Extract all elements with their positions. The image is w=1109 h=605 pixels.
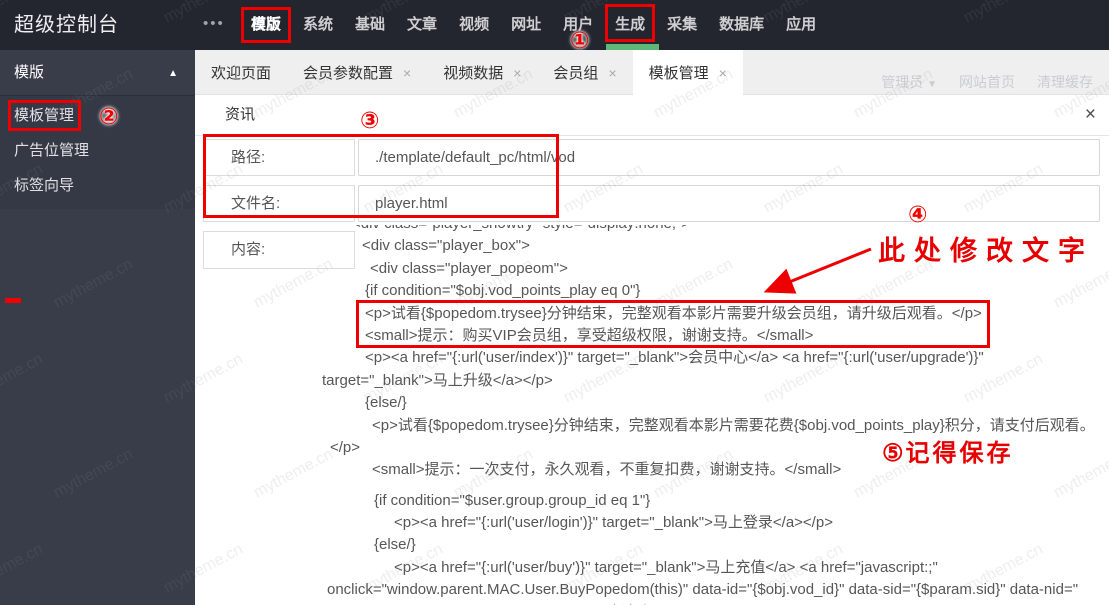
code-line: <div class="player_popeom">	[370, 259, 568, 277]
top-nav-item[interactable]: 视频	[448, 0, 500, 50]
tab-label: 会员组	[553, 65, 599, 82]
template-code-editor[interactable]: <div class="player_showtry" style="displ…	[322, 225, 1100, 605]
tab-close-icon[interactable]: ×	[719, 65, 727, 81]
admin-menu[interactable]: 管理员 ▼	[881, 72, 937, 92]
tab-label: 会员参数配置	[303, 65, 394, 82]
top-nav-item[interactable]: 文章	[396, 0, 448, 50]
tab[interactable]: 视频数据 ×	[427, 50, 537, 95]
top-nav-item[interactable]: 数据库	[708, 0, 775, 50]
tab-close-icon[interactable]: ×	[513, 65, 521, 81]
code-line: onclick="window.parent.MAC.User.BuyPoped…	[327, 581, 1079, 599]
sidebar-section-label: 模版	[14, 64, 45, 81]
sidebar-item[interactable]: 模板管理	[0, 98, 195, 133]
filename-label: 文件名:	[203, 185, 355, 222]
code-line: {else/}	[374, 536, 416, 554]
top-nav-item[interactable]: 用户	[552, 0, 604, 50]
sidebar: 模版 ▲ 模板管理 广告位管理 标签向导	[0, 50, 195, 605]
top-nav-item[interactable]: 基础	[344, 0, 396, 50]
admin-console-window: 超级控制台 ••• 首页 系统 基础 文章 视频 网址 用户 模版 生成 采集 数据库 应用 模版 ▲…	[0, 0, 1109, 605]
chevron-down-icon: ▼	[927, 79, 937, 90]
sidebar-section-template[interactable]: 模版 ▲	[0, 50, 195, 96]
path-label: 路径:	[203, 139, 355, 176]
tab[interactable]: 会员参数配置 ×	[287, 50, 427, 95]
panel-title: 资讯	[225, 106, 256, 123]
path-input[interactable]	[358, 139, 1100, 176]
header-quick-links: 管理员 ▼ 网站首页 清理缓存	[881, 72, 1093, 92]
tab[interactable]: 模板管理 ×	[632, 50, 743, 95]
code-line: target="_blank">马上升级</a></p>	[322, 371, 553, 389]
code-line: {if condition="$obj.vod_points_play eq 0…	[365, 282, 641, 300]
panel-header: 资讯 ×	[195, 95, 1109, 136]
top-nav-item[interactable]: 网址	[500, 0, 552, 50]
top-nav-item[interactable]: 应用	[775, 0, 827, 50]
code-line: {if condition="$user.group.group_id eq 1…	[374, 491, 651, 509]
annotation-red-dash	[5, 298, 21, 303]
code-line: <p><a href="{:url('user/index')}" target…	[365, 349, 984, 367]
sidebar-item[interactable]: 广告位管理	[0, 133, 195, 168]
tab[interactable]: 欢迎页面	[195, 50, 287, 95]
code-line: {else/}	[365, 394, 407, 412]
top-nav-item[interactable]: 首页	[240, 0, 292, 50]
code-line: <div class="player_showtry" style="displ…	[322, 225, 1100, 235]
tab[interactable]: 会员组 ×	[537, 50, 632, 95]
tab-label: 欢迎页面	[211, 65, 272, 82]
code-line: {$param.nid}" data-type="4" data-mid="1"…	[322, 602, 1100, 605]
tab-label: 视频数据	[443, 65, 504, 82]
code-line: <p><a href="{:url('user/buy')}" target="…	[394, 558, 938, 576]
collapse-arrow-icon: ▲	[168, 68, 178, 79]
top-nav-item[interactable]: 生成	[604, 0, 656, 50]
active-nav-underline	[606, 44, 659, 50]
more-menu-icon[interactable]: •••	[203, 0, 225, 47]
code-line: <div class="player_box">	[362, 237, 530, 255]
content-label: 内容:	[203, 231, 355, 269]
sidebar-item[interactable]: 标签向导	[0, 168, 195, 203]
code-line: <p>试看{$popedom.trysee}分钟结束，完整观看本影片需要花费{$…	[372, 416, 1095, 434]
sidebar-item-list: 模板管理 广告位管理 标签向导	[0, 96, 195, 209]
tab-close-icon[interactable]: ×	[608, 65, 616, 81]
top-header-bar: 超级控制台 ••• 首页 系统 基础 文章 视频 网址 用户 模版 生成 采集 数据库 应用	[0, 0, 1109, 50]
code-line: <small>提示：一次支付，永久观看，不重复扣费，谢谢支持。</small>	[372, 461, 842, 479]
tab-label: 模板管理	[648, 65, 709, 82]
code-line: </p>	[330, 438, 361, 456]
top-nav: 首页 系统 基础 文章 视频 网址 用户 模版 生成 采集 数据库 应用	[240, 0, 827, 50]
top-nav-item[interactable]: 采集	[656, 0, 708, 50]
code-line: <p>试看{$popedom.trysee}分钟结束，完整观看本影片需要升级会员…	[365, 304, 982, 322]
close-icon[interactable]: ×	[1085, 95, 1096, 135]
clear-cache-link[interactable]: 清理缓存	[1037, 72, 1093, 92]
app-logo: 超级控制台	[14, 14, 119, 36]
filename-input[interactable]	[358, 185, 1100, 222]
top-nav-item[interactable]: 系统	[292, 0, 344, 50]
code-line: <small>提示：购买VIP会员组，享受超级权限，谢谢支持。</small>	[365, 326, 814, 344]
site-home-link[interactable]: 网站首页	[959, 72, 1015, 92]
tab-close-icon[interactable]: ×	[403, 65, 411, 81]
code-line: <p><a href="{:url('user/login')}" target…	[394, 514, 833, 532]
